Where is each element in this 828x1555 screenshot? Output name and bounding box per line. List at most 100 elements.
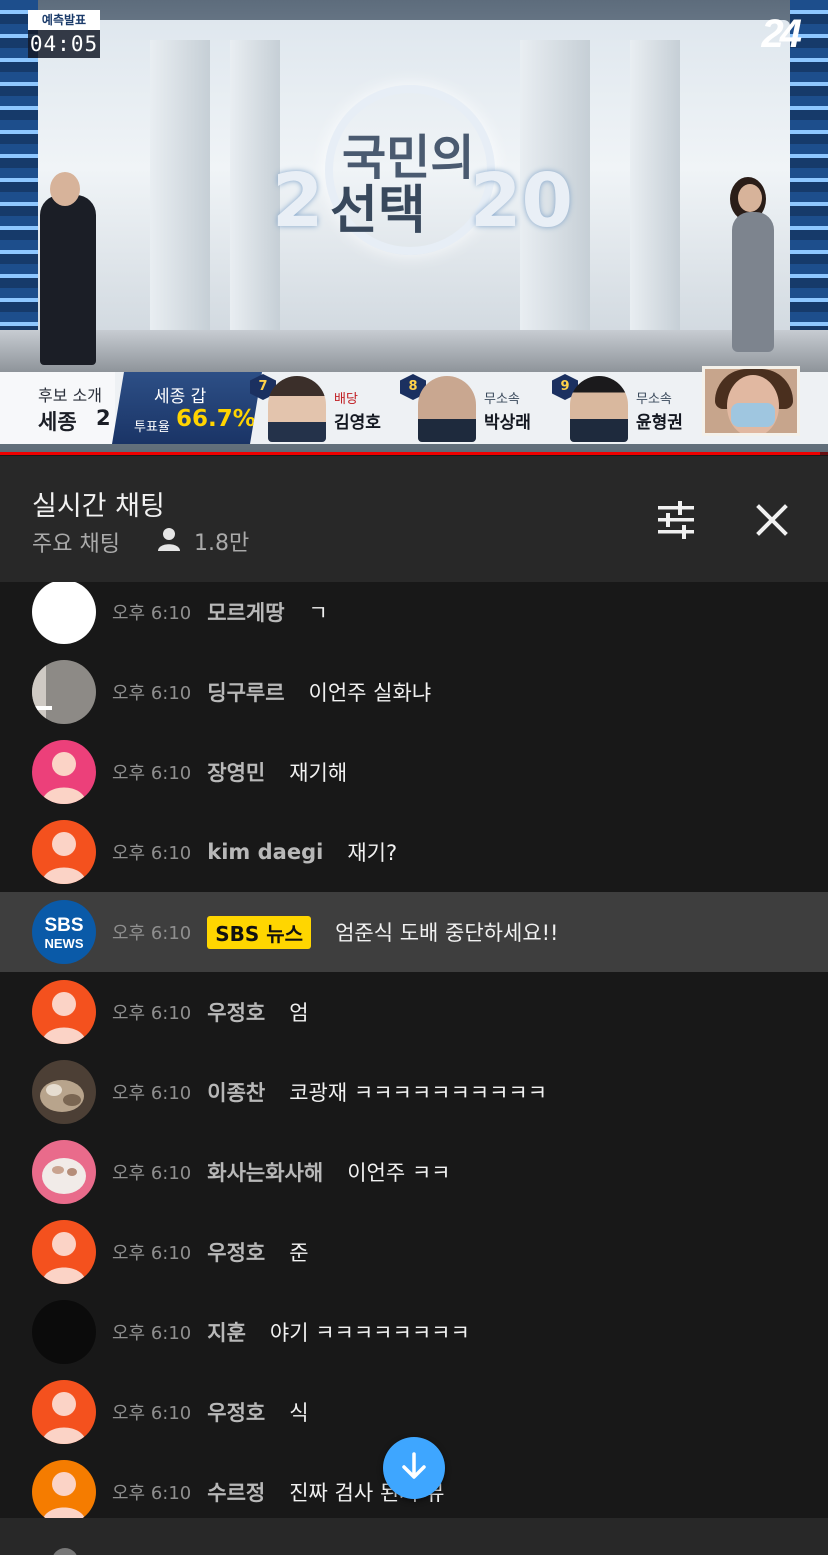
video-progress-bar[interactable]	[0, 452, 828, 455]
candidate-card: 9 무소속 윤형권	[552, 372, 702, 444]
chat-message[interactable]: 오후 6:10 kim daegi 재기?	[0, 812, 828, 892]
author-avatar[interactable]	[32, 660, 96, 724]
author-avatar[interactable]	[32, 1380, 96, 1444]
message-time: 오후 6:10	[112, 763, 192, 784]
chat-filter-button[interactable]	[652, 496, 700, 544]
chat-mode-selector[interactable]: 주요 채팅	[32, 526, 120, 558]
turnout-value: 66.7%	[176, 406, 256, 432]
chat-message[interactable]: 오후 6:10 딩구루르 이언주 실화냐	[0, 652, 828, 732]
sbs-logo-subtext: NEWS	[45, 936, 84, 951]
message-author[interactable]: 지훈	[207, 1317, 246, 1347]
candidate-name: 윤형권	[636, 413, 683, 433]
author-avatar[interactable]	[32, 820, 96, 884]
message-time: 오후 6:10	[112, 843, 192, 864]
author-avatar[interactable]	[32, 740, 96, 804]
chat-message[interactable]: 오후 6:10 화사는화사해 이언주 ㅋㅋ	[0, 1132, 828, 1212]
candidate-name: 박상래	[484, 413, 531, 433]
anchor-right-head	[738, 184, 762, 212]
chat-title: 실시간 채팅	[32, 491, 165, 522]
show-logo-year-left: 2	[272, 158, 324, 244]
message-text: 코광재 ㅋㅋㅋㅋㅋㅋㅋㅋㅋㅋ	[289, 1081, 548, 1105]
live-chat-header: 실시간 채팅 주요 채팅 1.8만	[0, 456, 828, 582]
message-time: 오후 6:10	[112, 1403, 192, 1424]
district-block: 세종 갑 투표율 66.7%	[112, 372, 262, 444]
author-avatar[interactable]	[32, 1140, 96, 1204]
message-time: 오후 6:10	[112, 683, 192, 704]
close-chat-button[interactable]	[748, 496, 796, 544]
chat-message[interactable]: 오후 6:10 모르게땅 ㄱ	[0, 582, 828, 652]
turnout-label: 투표율	[134, 420, 170, 435]
message-text: 식	[289, 1401, 309, 1425]
scroll-to-bottom-button[interactable]	[383, 1437, 445, 1499]
message-time: 오후 6:10	[112, 1083, 192, 1104]
message-time: 오후 6:10	[112, 923, 192, 944]
webcam-mask	[731, 403, 775, 427]
chat-message[interactable]: 오후 6:10 이종찬 코광재 ㅋㅋㅋㅋㅋㅋㅋㅋㅋㅋ	[0, 1052, 828, 1132]
author-avatar[interactable]	[32, 1060, 96, 1124]
message-time: 오후 6:10	[112, 1163, 192, 1184]
candidate-party: 무소속	[636, 392, 672, 407]
message-author[interactable]: 장영민	[207, 757, 265, 787]
chat-message[interactable]: 오후 6:10 장영민 재기해	[0, 732, 828, 812]
chat-message[interactable]: 오후 6:10 우정호 엄	[0, 972, 828, 1052]
webcam-overlay	[702, 366, 800, 436]
intro-number: 2	[96, 406, 111, 430]
message-body: 오후 6:10 지훈 야기 ㅋㅋㅋㅋㅋㅋㅋㅋ	[112, 1292, 470, 1372]
intro-label: 후보 소개	[38, 386, 102, 405]
message-body: 오후 6:10 우정호 식	[112, 1372, 309, 1452]
author-avatar[interactable]	[32, 582, 96, 644]
message-text: 야기 ㅋㅋㅋㅋㅋㅋㅋㅋ	[269, 1321, 470, 1345]
viewer-count: 1.8만	[158, 526, 249, 556]
author-avatar[interactable]	[32, 980, 96, 1044]
video-player[interactable]: 2 20 국민의 선택 예측발표 04:05 24 후보 소개 세종 2 세종 …	[0, 0, 828, 455]
message-text: 재기해	[289, 761, 348, 785]
chat-message[interactable]: 오후 6:10 우정호 준	[0, 1212, 828, 1292]
message-author[interactable]: kim daegi	[207, 840, 323, 864]
author-avatar[interactable]	[32, 1300, 96, 1364]
author-avatar[interactable]	[32, 1220, 96, 1284]
candidate-card: 7 배당 김영호	[250, 372, 400, 444]
close-icon	[748, 504, 796, 548]
candidate-photo	[268, 376, 326, 442]
message-author[interactable]: 우정호	[207, 1237, 265, 1267]
message-text: 준	[289, 1241, 309, 1265]
author-avatar[interactable]	[32, 1460, 96, 1518]
broadcast-badge: 예측발표 04:05	[28, 10, 102, 62]
message-body: 오후 6:10 모르게땅 ㄱ	[112, 582, 328, 652]
sbs-logo-text: SBS	[44, 915, 83, 936]
badge-label: 예측발표	[28, 10, 100, 30]
chat-input-bar[interactable]	[0, 1518, 828, 1555]
author-avatar[interactable]: SBS NEWS	[32, 900, 96, 964]
chat-message[interactable]: SBS NEWS 오후 6:10 SBS 뉴스 엄준식 도배 중단하세요!!	[0, 892, 828, 972]
message-time: 오후 6:10	[112, 1483, 192, 1504]
pillar	[630, 40, 680, 330]
message-body: 오후 6:10 우정호 엄	[112, 972, 309, 1052]
message-author[interactable]: 모르게땅	[207, 597, 284, 627]
anchor-right	[732, 212, 774, 352]
message-author[interactable]: 수르정	[207, 1477, 265, 1507]
message-body: 오후 6:10 이종찬 코광재 ㅋㅋㅋㅋㅋㅋㅋㅋㅋㅋ	[112, 1052, 547, 1132]
pillar	[150, 40, 210, 330]
message-author[interactable]: 우정호	[207, 997, 265, 1027]
message-text: 엄준식 도배 중단하세요!!	[335, 921, 559, 945]
tune-icon	[652, 501, 700, 548]
show-logo-line2: 선택	[330, 181, 426, 241]
message-author[interactable]: 우정호	[207, 1397, 265, 1427]
user-avatar	[52, 1548, 78, 1555]
channel-owner-badge[interactable]: SBS 뉴스	[207, 915, 312, 949]
message-text: 이언주 ㅋㅋ	[347, 1161, 451, 1185]
chat-message[interactable]: 오후 6:10 지훈 야기 ㅋㅋㅋㅋㅋㅋㅋㅋ	[0, 1292, 828, 1372]
anchor-left	[40, 195, 96, 365]
message-body: 오후 6:10 kim daegi 재기?	[112, 812, 397, 892]
badge-time: 04:05	[28, 30, 100, 58]
message-author[interactable]: 딩구루르	[207, 677, 284, 707]
channel-logo: 24	[761, 12, 802, 56]
message-body: 오후 6:10 딩구루르 이언주 실화냐	[112, 652, 431, 732]
chat-message-list[interactable]: 오후 6:10 모르게땅 ㄱ 오후 6:10 딩구루르 이언주 실화냐 오후 6:10 장영민…	[0, 582, 828, 1518]
anchor-left-head	[50, 172, 80, 206]
message-author[interactable]: 이종찬	[207, 1077, 265, 1107]
message-text: 엄	[289, 1001, 309, 1025]
candidate-name: 김영호	[334, 413, 381, 433]
person-icon	[158, 527, 180, 555]
message-author[interactable]: 화사는화사해	[207, 1157, 323, 1187]
